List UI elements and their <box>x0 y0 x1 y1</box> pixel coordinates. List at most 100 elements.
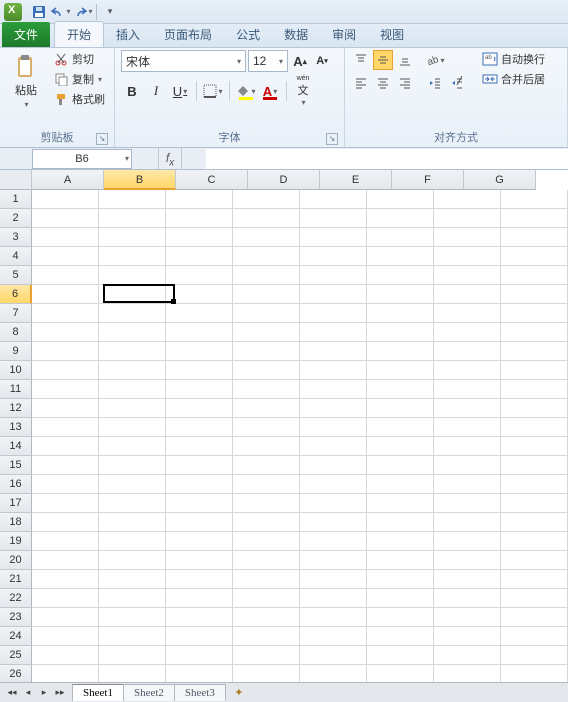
qat-customize-button[interactable]: ▾ <box>100 2 120 22</box>
cell[interactable] <box>166 494 233 513</box>
cell[interactable] <box>501 513 568 532</box>
cell[interactable] <box>166 456 233 475</box>
cell[interactable] <box>501 190 568 209</box>
cell[interactable] <box>300 304 367 323</box>
cell[interactable] <box>367 399 434 418</box>
cell[interactable] <box>233 513 300 532</box>
cell[interactable] <box>434 380 501 399</box>
cell[interactable] <box>233 190 300 209</box>
cell[interactable] <box>434 228 501 247</box>
cell[interactable] <box>501 266 568 285</box>
name-box[interactable]: B6▾ <box>32 149 132 169</box>
cell[interactable] <box>32 323 99 342</box>
dialog-launcher[interactable]: ↘ <box>96 133 108 145</box>
cell[interactable] <box>166 342 233 361</box>
cell[interactable] <box>99 266 166 285</box>
cell[interactable] <box>501 456 568 475</box>
decrease-font-button[interactable]: A▾ <box>312 51 332 71</box>
row-header[interactable]: 13 <box>0 418 32 437</box>
phonetic-button[interactable]: wén文▾ <box>292 80 314 102</box>
cell[interactable] <box>32 513 99 532</box>
cell[interactable] <box>300 209 367 228</box>
cell[interactable] <box>99 589 166 608</box>
cells-area[interactable] <box>32 190 568 682</box>
cell[interactable] <box>434 608 501 627</box>
cell[interactable] <box>300 570 367 589</box>
cell[interactable] <box>166 608 233 627</box>
cell[interactable] <box>32 589 99 608</box>
cell[interactable] <box>32 456 99 475</box>
cell[interactable] <box>434 247 501 266</box>
cell[interactable] <box>300 494 367 513</box>
row-header[interactable]: 11 <box>0 380 32 399</box>
cell[interactable] <box>166 323 233 342</box>
cell[interactable] <box>32 551 99 570</box>
cell[interactable] <box>32 665 99 682</box>
cell[interactable] <box>233 532 300 551</box>
column-header[interactable]: C <box>176 170 248 190</box>
cell[interactable] <box>300 608 367 627</box>
cell[interactable] <box>501 646 568 665</box>
cell[interactable] <box>300 589 367 608</box>
cell[interactable] <box>233 380 300 399</box>
cell[interactable] <box>233 608 300 627</box>
sheet-nav-first[interactable]: ◂◂ <box>4 685 20 701</box>
cell[interactable] <box>434 361 501 380</box>
row-header[interactable]: 9 <box>0 342 32 361</box>
cell[interactable] <box>434 209 501 228</box>
cell[interactable] <box>233 475 300 494</box>
cell[interactable] <box>32 209 99 228</box>
cell[interactable] <box>367 570 434 589</box>
cell[interactable] <box>300 323 367 342</box>
cell[interactable] <box>434 532 501 551</box>
bold-button[interactable]: B <box>121 80 143 102</box>
cell[interactable] <box>32 627 99 646</box>
cell[interactable] <box>501 532 568 551</box>
font-color-button[interactable]: A▾ <box>259 80 281 102</box>
cell[interactable] <box>166 247 233 266</box>
cell[interactable] <box>32 266 99 285</box>
tab-page-layout[interactable]: 页面布局 <box>152 22 224 47</box>
cell[interactable] <box>367 228 434 247</box>
cell[interactable] <box>99 494 166 513</box>
cell[interactable] <box>233 589 300 608</box>
cell[interactable] <box>501 551 568 570</box>
cell[interactable] <box>367 608 434 627</box>
cell[interactable] <box>367 209 434 228</box>
cell[interactable] <box>367 589 434 608</box>
cell[interactable] <box>166 399 233 418</box>
align-center-button[interactable] <box>373 73 393 93</box>
tab-insert[interactable]: 插入 <box>104 22 152 47</box>
cell[interactable] <box>166 589 233 608</box>
cell[interactable] <box>32 361 99 380</box>
fill-color-button[interactable]: ▾ <box>235 80 257 102</box>
cell[interactable] <box>32 380 99 399</box>
align-left-button[interactable] <box>351 73 371 93</box>
cell[interactable] <box>233 551 300 570</box>
format-painter-button[interactable]: 格式刷 <box>50 90 108 108</box>
cell[interactable] <box>32 285 99 304</box>
cell[interactable] <box>501 665 568 682</box>
redo-button[interactable]: ▾ <box>73 2 93 22</box>
cell[interactable] <box>300 228 367 247</box>
save-button[interactable] <box>29 2 49 22</box>
cell[interactable] <box>233 361 300 380</box>
cell[interactable] <box>300 627 367 646</box>
cell[interactable] <box>367 475 434 494</box>
column-header[interactable]: G <box>464 170 536 190</box>
sheet-tab-2[interactable]: Sheet2 <box>123 684 175 701</box>
orientation-button[interactable]: ab▾ <box>425 50 445 70</box>
cell[interactable] <box>166 285 233 304</box>
cell[interactable] <box>300 380 367 399</box>
cell[interactable] <box>367 494 434 513</box>
row-header[interactable]: 10 <box>0 361 32 380</box>
cell[interactable] <box>99 399 166 418</box>
cell[interactable] <box>367 247 434 266</box>
cell[interactable] <box>434 627 501 646</box>
row-header[interactable]: 8 <box>0 323 32 342</box>
cell[interactable] <box>99 646 166 665</box>
row-header[interactable]: 6 <box>0 285 32 304</box>
cell[interactable] <box>501 361 568 380</box>
cell[interactable] <box>99 361 166 380</box>
cell[interactable] <box>300 418 367 437</box>
